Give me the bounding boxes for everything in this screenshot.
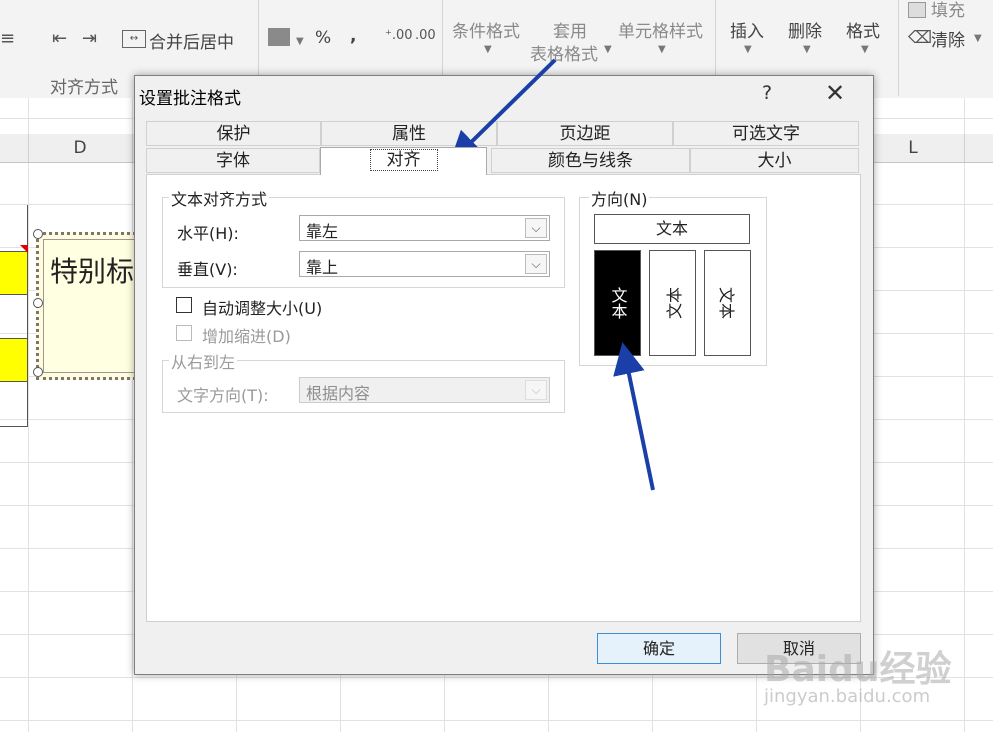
text-direction-select: 根据内容 ⌵: [299, 377, 550, 403]
comment-body[interactable]: 特别标: [43, 239, 139, 373]
fill-icon[interactable]: [908, 2, 926, 18]
column-header-d[interactable]: D: [28, 134, 133, 162]
align-left-icon[interactable]: ≡: [0, 28, 15, 49]
vertical-select[interactable]: 靠上 ⌵: [299, 251, 550, 277]
decrease-decimal-icon[interactable]: .00: [415, 28, 436, 43]
highlighted-cell[interactable]: [0, 251, 28, 295]
tab-properties[interactable]: 属性: [321, 121, 497, 146]
increase-decimal-icon[interactable]: ⁺.00: [385, 28, 413, 43]
resize-handle[interactable]: [33, 298, 43, 308]
resize-handle[interactable]: [33, 229, 43, 239]
clear-button[interactable]: 清除: [931, 26, 965, 51]
cell-border: [0, 380, 28, 427]
merge-center-icon[interactable]: ↔: [122, 30, 146, 48]
orientation-horizontal[interactable]: 文本: [594, 214, 750, 244]
tab-size[interactable]: 大小: [690, 148, 859, 173]
close-icon[interactable]: ✕: [825, 79, 845, 107]
column-header-l[interactable]: L: [862, 134, 965, 162]
help-icon[interactable]: ?: [762, 82, 772, 104]
tab-alignment[interactable]: 对齐: [320, 147, 487, 175]
conditional-format-button[interactable]: 条件格式: [452, 17, 520, 42]
comment-indicator: [20, 245, 28, 253]
orientation-vertical-stacked[interactable]: 文本: [594, 250, 641, 356]
cell-style-button[interactable]: 单元格样式: [618, 17, 703, 42]
table-format-button[interactable]: 表格格式: [530, 40, 598, 65]
baidu-watermark: Baidu经验 jingyan.baidu.com: [754, 626, 993, 732]
chevron-down-icon: ⌵: [525, 380, 547, 400]
indent-decrease-icon[interactable]: ⇤: [52, 28, 67, 49]
tab-margins[interactable]: 页边距: [497, 121, 673, 146]
text-align-group-title: 文本对齐方式: [169, 186, 270, 210]
number-format-icon[interactable]: [268, 28, 290, 46]
horizontal-select[interactable]: 靠左 ⌵: [299, 215, 550, 241]
resize-handle[interactable]: [33, 367, 43, 377]
cell-border: [27, 205, 28, 426]
tab-alignment-label: 对齐: [369, 149, 438, 171]
merge-center-button[interactable]: 合并后居中: [149, 28, 234, 53]
chevron-down-icon[interactable]: ⌵: [525, 254, 547, 274]
eraser-icon[interactable]: ⌫: [908, 28, 932, 48]
add-indent-checkbox: [176, 325, 192, 341]
indent-increase-icon[interactable]: ⇥: [82, 28, 97, 49]
format-button[interactable]: 格式: [846, 17, 880, 42]
horizontal-label: 水平(H):: [177, 224, 239, 243]
comment-text[interactable]: 特别标: [50, 250, 134, 290]
vertical-select-value: 靠上: [306, 258, 339, 277]
highlighted-cell[interactable]: [0, 338, 28, 382]
horizontal-select-value: 靠左: [306, 222, 339, 241]
format-comment-dialog: 设置批注格式 ? ✕ 保护 属性 页边距 可选文字 字体 对齐 颜色与线条 大小…: [134, 75, 874, 675]
insert-button[interactable]: 插入: [730, 17, 764, 42]
ribbon-group-alignment: 对齐方式: [50, 78, 118, 98]
orientation-rotate-down[interactable]: 文本: [704, 250, 751, 356]
comma-button[interactable]: ,: [350, 26, 356, 46]
orientation-group-title: 方向(N): [589, 186, 650, 210]
chevron-down-icon[interactable]: ⌵: [525, 218, 547, 238]
rtl-group-title: 从右到左: [169, 349, 238, 373]
orientation-rotate-up[interactable]: 文本: [649, 250, 696, 356]
tab-protect[interactable]: 保护: [146, 121, 321, 146]
delete-button[interactable]: 删除: [788, 17, 822, 42]
comment-box[interactable]: 特别标: [36, 232, 142, 380]
vertical-label: 垂直(V):: [177, 260, 238, 279]
ok-button[interactable]: 确定: [597, 633, 721, 664]
corner-cell[interactable]: [0, 134, 29, 162]
percent-button[interactable]: %: [315, 28, 331, 48]
watermark-brand: Baidu经验: [764, 649, 952, 690]
orientation-rotate-down-text: 文本: [716, 286, 736, 320]
orientation-stacked-text: 文本: [608, 287, 628, 319]
tab-alt-text[interactable]: 可选文字: [673, 121, 859, 146]
watermark-url: jingyan.baidu.com: [764, 686, 931, 707]
alignment-panel: 文本对齐方式 水平(H): 靠左 ⌵ 垂直(V): 靠上 ⌵ 自动调整大小(U)…: [146, 174, 861, 622]
fill-button[interactable]: 填充: [931, 0, 965, 21]
auto-size-checkbox[interactable]: [176, 297, 192, 313]
orientation-rotate-up-text: 文本: [664, 286, 684, 320]
text-direction-label: 文字方向(T):: [177, 386, 269, 405]
text-direction-value: 根据内容: [306, 384, 371, 403]
auto-size-label[interactable]: 自动调整大小(U): [202, 295, 322, 319]
add-indent-label: 增加缩进(D): [202, 327, 291, 346]
dialog-title: 设置批注格式: [139, 89, 241, 109]
apply-button[interactable]: 套用: [553, 17, 587, 42]
tab-colors-lines[interactable]: 颜色与线条: [491, 148, 690, 173]
tab-font[interactable]: 字体: [146, 148, 320, 173]
